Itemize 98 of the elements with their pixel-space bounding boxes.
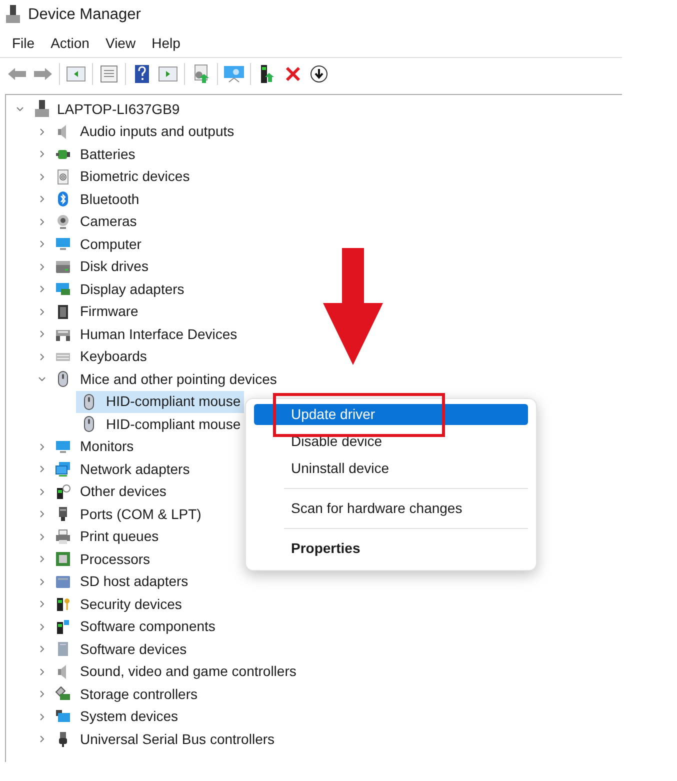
tree-item[interactable]: Sound, video and game controllers <box>80 661 296 682</box>
panel-icon <box>158 66 178 82</box>
chevron-right-icon[interactable] <box>38 645 46 654</box>
back-arrow-icon <box>7 67 27 81</box>
tree-item[interactable]: Keyboards <box>80 346 147 368</box>
chevron-right-icon[interactable] <box>38 600 46 608</box>
tree-item[interactable]: Firmware <box>80 301 138 322</box>
chevron-right-icon[interactable] <box>38 150 46 158</box>
menu-item[interactable]: Help <box>144 33 188 54</box>
tree-item[interactable]: Disk drives <box>80 256 148 278</box>
chevron-right-icon[interactable] <box>38 172 46 181</box>
forward-arrow-icon <box>33 67 53 81</box>
tree-item[interactable]: Display adapters <box>80 278 184 300</box>
tree-item[interactable]: SD host adapters <box>80 571 188 592</box>
monitor-icon <box>55 236 71 252</box>
mouse-icon <box>55 371 71 388</box>
tree-item[interactable]: Print queues <box>80 526 159 548</box>
chevron-down-icon[interactable] <box>38 375 46 384</box>
device-arrow-icon <box>259 64 275 84</box>
window-title: Device Manager <box>28 5 141 26</box>
menu-item[interactable]: File <box>4 33 43 54</box>
chevron-right-icon[interactable] <box>38 532 46 541</box>
chevron-right-icon[interactable] <box>38 668 46 676</box>
menu-item[interactable]: View <box>97 33 144 54</box>
monitor-icon <box>55 438 71 455</box>
monitor-icon <box>55 708 71 725</box>
fingerprint-icon <box>55 168 71 185</box>
chevron-right-icon[interactable] <box>38 195 46 204</box>
tree-item[interactable]: Software devices <box>80 638 187 660</box>
chevron-right-icon[interactable] <box>38 218 46 226</box>
tree-item[interactable]: Computer <box>80 234 142 255</box>
tree-item[interactable]: Batteries <box>80 144 136 165</box>
chevron-right-icon[interactable] <box>38 442 46 451</box>
chevron-right-icon[interactable] <box>38 465 46 474</box>
tree-item[interactable]: Processors <box>80 548 150 570</box>
tower-icon <box>55 641 71 658</box>
mouse-icon <box>81 416 97 432</box>
chevron-right-icon[interactable] <box>38 510 46 518</box>
chevron-right-icon[interactable] <box>38 352 46 361</box>
chevron-right-icon[interactable] <box>38 690 46 698</box>
tree-item[interactable]: Ports (COM & LPT) <box>80 504 202 525</box>
chevron-right-icon[interactable] <box>38 578 46 586</box>
chevron-right-icon[interactable] <box>38 308 46 316</box>
computer-icon <box>34 100 50 118</box>
tree-item[interactable]: Universal Serial Bus controllers <box>80 728 275 750</box>
document-icon <box>100 65 118 83</box>
menu-item[interactable]: Disable device <box>254 431 528 452</box>
webcam-icon <box>55 214 71 230</box>
tree-item[interactable]: Mice and other pointing devices <box>80 368 277 390</box>
key-icon <box>55 596 71 612</box>
chevron-right-icon[interactable] <box>38 488 46 496</box>
tree-item[interactable]: Cameras <box>80 211 137 232</box>
chevron-right-icon[interactable] <box>38 712 46 721</box>
processor-icon <box>55 551 71 568</box>
tree-item[interactable]: Bluetooth <box>80 188 140 210</box>
tree-item[interactable]: Human Interface Devices <box>80 324 238 345</box>
device-question-icon <box>55 484 71 500</box>
menu-item[interactable]: Update driver <box>254 404 528 425</box>
tree-item[interactable]: Other devices <box>80 481 166 502</box>
mouse-icon <box>81 394 97 410</box>
bluetooth-icon <box>55 191 71 208</box>
tree-item[interactable]: LAPTOP-LI637GB9 <box>57 98 180 120</box>
card-icon <box>55 574 71 590</box>
printer-icon <box>55 528 71 545</box>
menu-item[interactable]: Uninstall device <box>254 458 528 479</box>
help-icon <box>134 64 150 84</box>
menu-item[interactable]: Properties <box>254 538 528 559</box>
tree-item[interactable]: HID-compliant mouse <box>76 390 244 413</box>
chevron-right-icon[interactable] <box>38 128 46 136</box>
chevron-right-icon[interactable] <box>38 622 46 631</box>
chevron-right-icon[interactable] <box>38 330 46 338</box>
chevron-right-icon[interactable] <box>38 240 46 248</box>
chevron-right-icon[interactable] <box>38 555 46 564</box>
chevron-right-icon[interactable] <box>38 262 46 271</box>
chip-icon <box>55 304 71 320</box>
tree-item[interactable]: Storage controllers <box>80 684 198 705</box>
close-icon <box>285 66 301 82</box>
tree-item[interactable]: Audio inputs and outputs <box>80 121 234 142</box>
network-icon <box>55 461 71 478</box>
drive-icon <box>55 258 71 275</box>
storage-icon <box>55 686 71 702</box>
chevron-right-icon[interactable] <box>38 735 46 744</box>
menu-item[interactable]: Action <box>42 33 98 54</box>
computer-icon <box>5 5 21 25</box>
panel-icon <box>66 66 86 82</box>
menu-item[interactable]: Scan for hardware changes <box>254 498 528 519</box>
tree-item[interactable]: Security devices <box>80 594 182 615</box>
chevron-down-icon[interactable] <box>16 105 24 114</box>
tree-item[interactable]: System devices <box>80 706 178 728</box>
tree-item[interactable]: Biometric devices <box>80 166 190 188</box>
monitor-search-icon <box>223 65 245 83</box>
tree-item[interactable]: Monitors <box>80 436 134 458</box>
download-icon <box>310 65 328 83</box>
tree-item[interactable]: Software components <box>80 616 216 638</box>
tree-item[interactable]: Network adapters <box>80 458 190 480</box>
chevron-right-icon[interactable] <box>38 285 46 294</box>
display-adapter-icon <box>55 281 71 298</box>
tree-item[interactable]: HID-compliant mouse <box>76 413 244 436</box>
